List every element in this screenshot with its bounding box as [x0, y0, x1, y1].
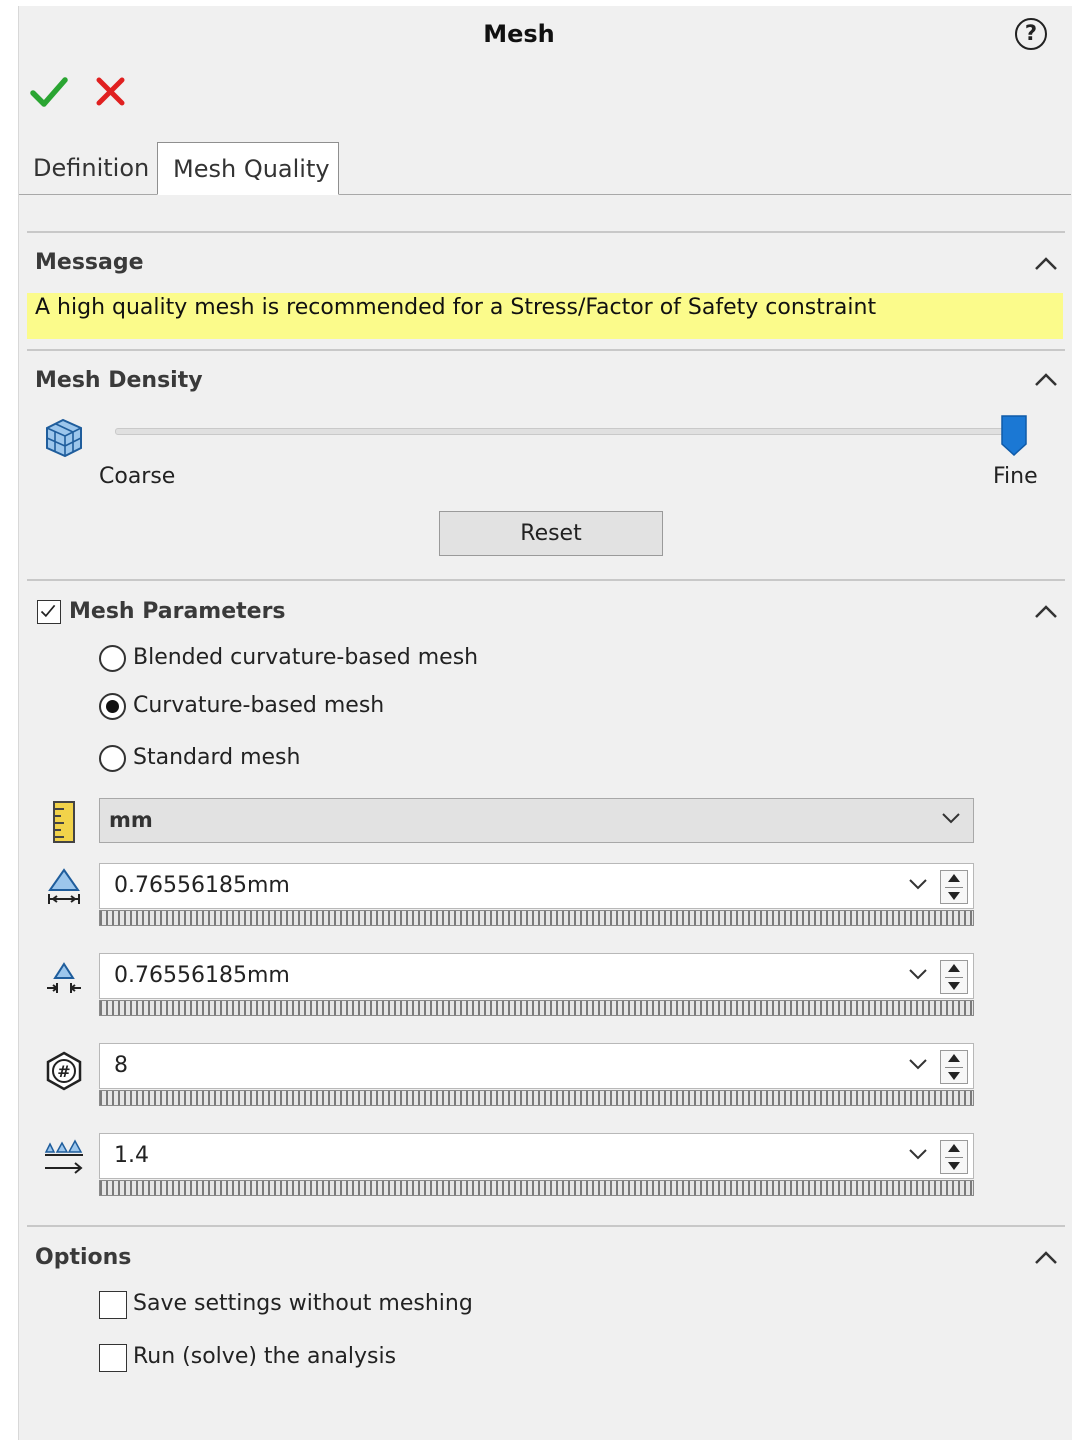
chevron-down-icon[interactable]: [908, 877, 928, 891]
save-settings-checkbox[interactable]: [99, 1291, 127, 1319]
max-element-size-icon: [48, 868, 80, 904]
max-element-size-field[interactable]: 0.76556185mm: [99, 863, 974, 909]
element-growth-ratio-value[interactable]: 1.4: [114, 1134, 149, 1178]
unit-dropdown[interactable]: mm: [99, 798, 974, 843]
spin-buttons[interactable]: [940, 870, 968, 904]
mesh-density-slider-track[interactable]: [115, 428, 1019, 435]
ruler-icon: [53, 801, 75, 843]
chevron-up-icon[interactable]: [1031, 252, 1061, 276]
save-settings-label[interactable]: Save settings without meshing: [133, 1291, 473, 1316]
radio-standard-mesh[interactable]: [99, 745, 126, 772]
cancel-x-icon[interactable]: [91, 72, 131, 112]
radio-blended-curvature-mesh[interactable]: [99, 645, 126, 672]
element-growth-ratio-thumbwheel[interactable]: [99, 1180, 974, 1196]
message-section-title: Message: [35, 250, 144, 275]
max-element-size-value[interactable]: 0.76556185mm: [114, 864, 290, 908]
run-analysis-checkbox[interactable]: [99, 1344, 127, 1372]
mesh-property-panel: Mesh ? Definition Mesh Quality Message A…: [18, 6, 1072, 1440]
chevron-down-icon[interactable]: [908, 1057, 928, 1071]
section-divider: [27, 579, 1065, 581]
help-icon[interactable]: ?: [1015, 18, 1047, 50]
chevron-down-icon: [942, 813, 960, 824]
coarse-label: Coarse: [99, 464, 176, 489]
element-growth-ratio-field[interactable]: 1.4: [99, 1133, 974, 1179]
spin-buttons[interactable]: [940, 1140, 968, 1174]
chevron-up-icon[interactable]: [1031, 600, 1061, 624]
checkmark-icon: [40, 604, 56, 618]
section-divider: [27, 349, 1065, 351]
message-banner: A high quality mesh is recommended for a…: [27, 293, 1063, 339]
radio-label[interactable]: Curvature-based mesh: [133, 693, 384, 718]
tab-mesh-quality[interactable]: Mesh Quality: [157, 142, 339, 195]
elements-in-circle-icon: #: [46, 1051, 82, 1091]
mesh-parameters-checkbox[interactable]: [37, 600, 61, 624]
svg-text:#: #: [57, 1062, 70, 1081]
mesh-density-icon: [46, 418, 82, 458]
max-element-size-thumbwheel[interactable]: [99, 910, 974, 926]
section-divider: [27, 1225, 1065, 1227]
tab-definition[interactable]: Definition: [25, 142, 155, 195]
run-analysis-label[interactable]: Run (solve) the analysis: [133, 1344, 396, 1369]
mesh-parameters-section-title: Mesh Parameters: [69, 599, 286, 624]
elements-in-circle-value[interactable]: 8: [114, 1044, 128, 1088]
options-section-title: Options: [35, 1245, 132, 1270]
min-element-size-field[interactable]: 0.76556185mm: [99, 953, 974, 999]
radio-curvature-based-mesh[interactable]: [99, 693, 126, 720]
elements-in-circle-field[interactable]: 8: [99, 1043, 974, 1089]
min-element-size-value[interactable]: 0.76556185mm: [114, 954, 290, 998]
chevron-down-icon[interactable]: [908, 967, 928, 981]
elements-in-circle-thumbwheel[interactable]: [99, 1090, 974, 1106]
mesh-density-slider-thumb[interactable]: [1001, 414, 1027, 456]
panel-title: Mesh: [483, 20, 555, 48]
min-element-size-thumbwheel[interactable]: [99, 1000, 974, 1016]
chevron-up-icon[interactable]: [1031, 1246, 1061, 1270]
spin-buttons[interactable]: [940, 960, 968, 994]
chevron-down-icon[interactable]: [908, 1147, 928, 1161]
min-element-size-icon: [47, 962, 81, 993]
radio-label[interactable]: Standard mesh: [133, 745, 300, 770]
fine-label: Fine: [993, 464, 1038, 489]
chevron-up-icon[interactable]: [1031, 368, 1061, 392]
mesh-density-section-title: Mesh Density: [35, 368, 203, 393]
radio-label[interactable]: Blended curvature-based mesh: [133, 645, 478, 670]
spin-buttons[interactable]: [940, 1050, 968, 1084]
section-divider: [27, 231, 1065, 233]
unit-dropdown-value: mm: [109, 808, 153, 832]
reset-button[interactable]: Reset: [439, 511, 663, 556]
element-growth-ratio-icon: [44, 1139, 83, 1174]
ok-checkmark-icon[interactable]: [29, 72, 69, 112]
